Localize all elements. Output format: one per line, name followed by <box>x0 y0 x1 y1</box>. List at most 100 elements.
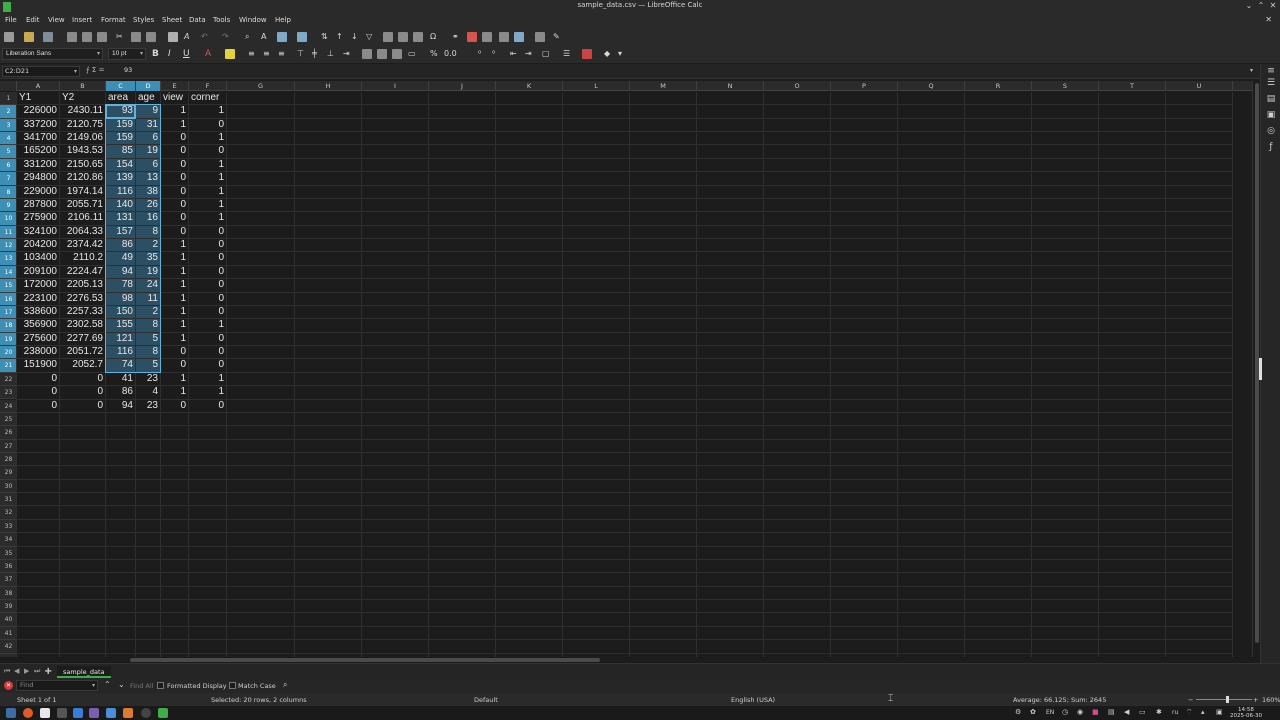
menu-view[interactable]: View <box>48 16 65 24</box>
column-header-s[interactable]: S <box>1032 81 1099 91</box>
first-sheet-icon[interactable]: ⏮ <box>4 667 10 676</box>
cell-c15[interactable]: 78 <box>106 279 135 292</box>
new-document-icon[interactable] <box>4 32 14 42</box>
column-header-p[interactable]: P <box>831 81 898 91</box>
formula-input[interactable]: 93 <box>124 66 1252 77</box>
row-header-31[interactable]: 31 <box>0 493 17 507</box>
column-header-k[interactable]: K <box>496 81 563 91</box>
cell-b15[interactable]: 2205.13 <box>60 279 105 291</box>
cell-f7[interactable]: 1 <box>189 172 226 184</box>
headers-footers-icon[interactable] <box>482 32 492 42</box>
sort-icon[interactable]: ⇅ <box>321 32 328 42</box>
cell-a16[interactable]: 223100 <box>17 293 59 305</box>
cell-d5[interactable]: 19 <box>136 145 160 158</box>
row-header-26[interactable]: 26 <box>0 426 17 440</box>
row-header-38[interactable]: 38 <box>0 586 17 601</box>
cell-c18[interactable]: 155 <box>106 319 135 332</box>
cell-d9[interactable]: 26 <box>136 198 160 212</box>
pivot-table-icon[interactable] <box>413 32 423 42</box>
cell-e1[interactable]: view <box>161 92 188 104</box>
cell-c13[interactable]: 49 <box>106 252 135 265</box>
spelling-icon[interactable]: A <box>261 32 266 42</box>
cell-c19[interactable]: 121 <box>106 332 135 346</box>
cell-f15[interactable]: 0 <box>189 279 226 291</box>
draw-functions-icon[interactable]: ✎ <box>553 32 560 42</box>
cell-b7[interactable]: 2120.86 <box>60 172 105 184</box>
zoom-level[interactable]: 160% <box>1262 696 1280 704</box>
last-sheet-icon[interactable]: ⏭ <box>34 667 40 676</box>
cell-b8[interactable]: 1974.14 <box>60 186 105 198</box>
cell-f3[interactable]: 0 <box>189 119 226 131</box>
cell-b10[interactable]: 2106.11 <box>60 212 105 224</box>
cell-e21[interactable]: 0 <box>161 359 188 371</box>
cell-d7[interactable]: 13 <box>136 172 160 185</box>
cell-a12[interactable]: 204200 <box>17 239 59 251</box>
sheet-tab-sample-data[interactable]: sample_data <box>57 666 111 678</box>
cell-f10[interactable]: 1 <box>189 212 226 224</box>
cell-d6[interactable]: 6 <box>136 158 160 172</box>
cell-c10[interactable]: 131 <box>106 212 135 225</box>
row-header-42[interactable]: 42 <box>0 640 17 654</box>
row-header-1[interactable]: 1 <box>0 92 17 106</box>
cell-b14[interactable]: 2224.47 <box>60 266 105 278</box>
cell-a6[interactable]: 331200 <box>17 159 59 171</box>
cell-e19[interactable]: 1 <box>161 333 188 345</box>
cell-d22[interactable]: 23 <box>136 373 160 385</box>
italic-icon[interactable]: I <box>168 49 171 59</box>
row-header-21[interactable]: 21 <box>0 359 17 373</box>
merge-cells-icon[interactable] <box>392 49 402 59</box>
functions-icon[interactable]: ƒ <box>1266 142 1276 152</box>
sidebar-resize-handle[interactable] <box>1259 358 1262 380</box>
row-header-14[interactable]: 14 <box>0 265 17 280</box>
column-header-j[interactable]: J <box>429 81 496 91</box>
close-document-icon[interactable]: ✕ <box>1265 15 1272 24</box>
row-header-8[interactable]: 8 <box>0 185 17 199</box>
cell-f12[interactable]: 0 <box>189 239 226 251</box>
cell-b16[interactable]: 2276.53 <box>60 293 105 305</box>
cell-c5[interactable]: 85 <box>106 145 135 158</box>
row-header-15[interactable]: 15 <box>0 279 17 293</box>
row-header-37[interactable]: 37 <box>0 573 17 587</box>
properties-icon[interactable]: ☰ <box>1266 78 1276 88</box>
cell-b4[interactable]: 2149.06 <box>60 132 105 144</box>
cell-c14[interactable]: 94 <box>106 265 135 279</box>
column-icon[interactable] <box>297 32 307 42</box>
delete-decimal-icon[interactable]: ⁰ <box>492 49 495 59</box>
cell-f4[interactable]: 1 <box>189 132 226 144</box>
freeze-rows-columns-icon[interactable] <box>514 32 524 42</box>
row-header-25[interactable]: 25 <box>0 412 17 427</box>
close-find-bar-icon[interactable]: ✕ <box>4 681 13 690</box>
cell-d24[interactable]: 23 <box>136 400 160 412</box>
currency-icon[interactable]: ▭ <box>408 49 416 59</box>
settings-icon[interactable]: ✿ <box>1030 708 1036 716</box>
cell-b17[interactable]: 2257.33 <box>60 306 105 318</box>
cell-e7[interactable]: 0 <box>161 172 188 184</box>
decrease-indent-icon[interactable]: ⇥ <box>525 49 532 59</box>
column-header-o[interactable]: O <box>764 81 831 91</box>
cell-f9[interactable]: 1 <box>189 199 226 211</box>
number-format-icon[interactable]: 0.0 <box>444 49 457 59</box>
cell-d4[interactable]: 6 <box>136 132 160 145</box>
chevron-up-icon[interactable]: ⌃ <box>1256 1 1266 10</box>
define-print-area-icon[interactable] <box>499 32 509 42</box>
cell-f17[interactable]: 0 <box>189 306 226 318</box>
cell-f23[interactable]: 1 <box>189 386 226 398</box>
cell-d21[interactable]: 5 <box>136 359 160 372</box>
cell-b23[interactable]: 0 <box>60 386 105 398</box>
app-icon-a[interactable] <box>73 708 83 718</box>
row-header-39[interactable]: 39 <box>0 600 17 614</box>
expand-formula-bar-icon[interactable]: ▾ <box>1250 67 1253 74</box>
match-case-checkbox[interactable] <box>229 682 236 689</box>
row-header-16[interactable]: 16 <box>0 292 17 306</box>
row-header-28[interactable]: 28 <box>0 452 17 467</box>
merge-center-icon[interactable] <box>377 49 387 59</box>
cell-d1[interactable]: age <box>136 92 160 104</box>
column-header-f[interactable]: F <box>189 81 227 91</box>
cell-c11[interactable]: 157 <box>106 225 135 239</box>
cell-e9[interactable]: 0 <box>161 199 188 211</box>
print-preview-icon[interactable] <box>97 32 107 42</box>
row-header-17[interactable]: 17 <box>0 305 17 320</box>
cell-a11[interactable]: 324100 <box>17 226 59 238</box>
cell-b19[interactable]: 2277.69 <box>60 333 105 345</box>
styles-icon[interactable]: ▤ <box>1266 94 1276 104</box>
